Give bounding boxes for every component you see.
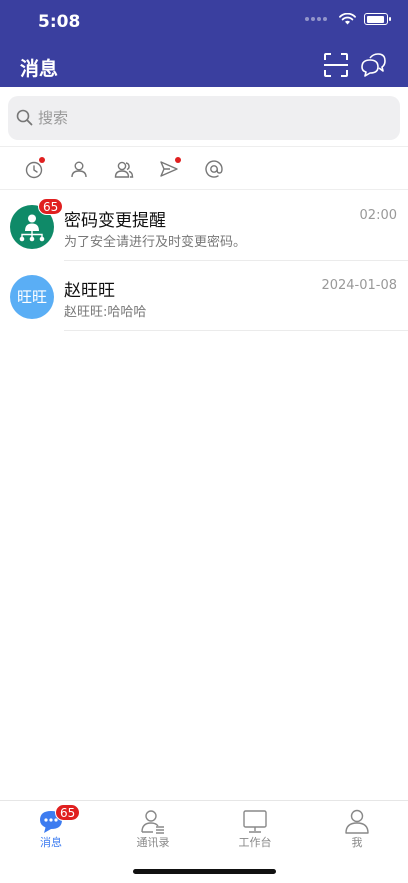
wifi-icon: [339, 13, 356, 25]
people-icon[interactable]: [114, 159, 134, 179]
person-icon[interactable]: [69, 159, 89, 179]
tab-workbench[interactable]: 工作台: [204, 801, 306, 859]
avatar: 旺旺: [10, 275, 54, 319]
page-title: 消息: [20, 58, 59, 80]
scan-icon[interactable]: [323, 52, 349, 78]
search-icon: [16, 109, 33, 126]
clock-unread-dot: [39, 157, 45, 163]
search-bar[interactable]: [8, 96, 400, 140]
conversation-time: 02:00: [359, 208, 397, 223]
contacts-icon: [141, 810, 164, 834]
conversation-time: 2024-01-08: [321, 278, 397, 293]
conversation-name: 密码变更提醒: [64, 211, 166, 231]
at-icon[interactable]: [204, 159, 224, 179]
conversation-preview: 赵旺旺:哈哈哈: [64, 305, 147, 320]
tab-label: 通讯录: [136, 836, 170, 849]
filter-bar: [0, 146, 408, 190]
home-indicator: [133, 869, 276, 874]
conversation-item[interactable]: 旺旺 赵旺旺 赵旺旺:哈哈哈 2024-01-08: [0, 261, 408, 331]
tab-messages[interactable]: 65 消息: [0, 801, 102, 859]
send-unread-dot: [175, 157, 181, 163]
monitor-icon: [243, 810, 267, 833]
chat-bubbles-icon[interactable]: [360, 52, 386, 78]
conversation-item[interactable]: 65 密码变更提醒 为了安全请进行及时变更密码。 02:00: [0, 191, 408, 261]
unread-badge: 65: [38, 198, 64, 215]
status-time: 5:08: [38, 12, 81, 32]
status-icons: [305, 13, 391, 25]
tab-me[interactable]: 我: [306, 801, 408, 859]
battery-icon: [364, 13, 391, 25]
conversation-preview: 为了安全请进行及时变更密码。: [64, 235, 247, 250]
tab-label: 消息: [40, 836, 62, 849]
tab-badge: 65: [55, 804, 81, 821]
tab-contacts[interactable]: 通讯录: [102, 801, 204, 859]
tab-label: 我: [351, 836, 363, 849]
search-input[interactable]: [38, 96, 388, 140]
profile-icon: [345, 809, 369, 834]
tab-label: 工作台: [238, 836, 272, 849]
signal-icon: [305, 17, 327, 21]
divider: [64, 330, 408, 331]
conversation-name: 赵旺旺: [64, 281, 115, 301]
app-header: 5:08 消息: [0, 0, 408, 87]
